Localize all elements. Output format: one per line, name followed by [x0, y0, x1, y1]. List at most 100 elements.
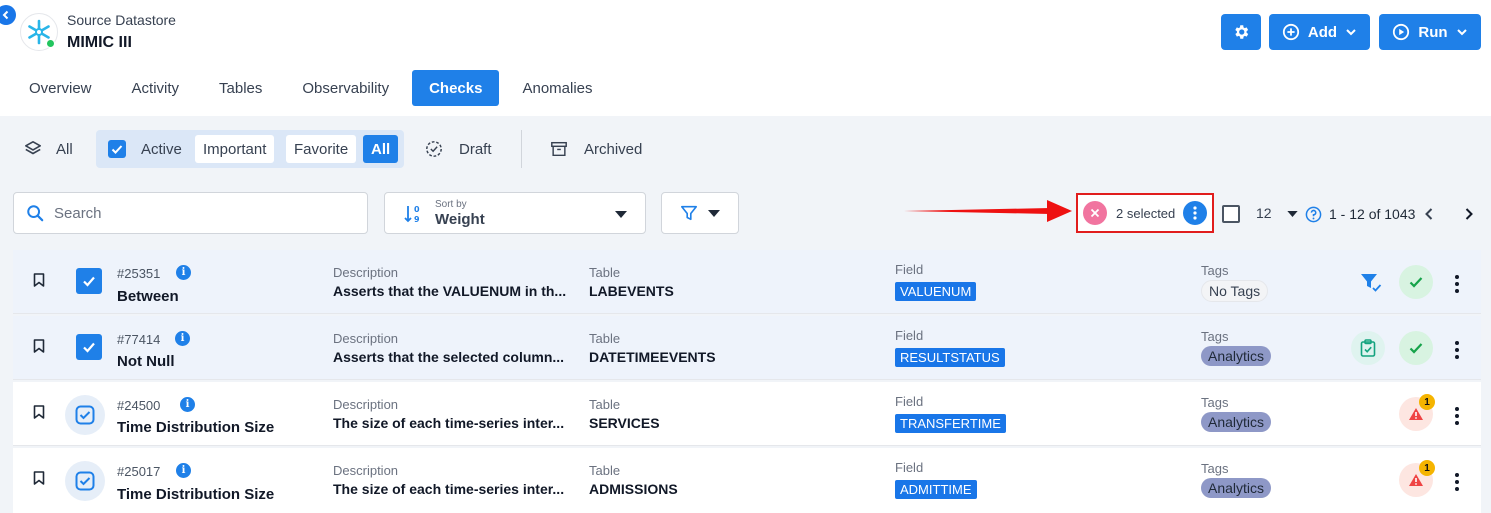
- annotation-arrow: [904, 200, 1072, 222]
- warning-icon: [1409, 408, 1423, 420]
- status-ok-button[interactable]: [1399, 265, 1433, 299]
- bookmark-icon[interactable]: [33, 405, 45, 419]
- status-ok-button[interactable]: [1399, 331, 1433, 365]
- next-page-icon[interactable]: [1464, 207, 1474, 221]
- filter-archived-label: Archived: [584, 140, 643, 158]
- anomaly-count-badge: 1: [1419, 460, 1435, 476]
- tab-checks[interactable]: Checks: [412, 70, 500, 106]
- check-type-badge: [65, 395, 105, 435]
- run-button[interactable]: Run: [1379, 14, 1481, 50]
- row-menu-button[interactable]: [1455, 407, 1459, 425]
- filter-check-icon[interactable]: [1360, 273, 1382, 293]
- check-type-badge: [65, 461, 105, 501]
- row-menu-button[interactable]: [1455, 275, 1459, 293]
- info-icon[interactable]: i: [175, 331, 190, 346]
- chevron-left-icon: [2, 10, 9, 20]
- chevron-down-icon: [1456, 29, 1467, 36]
- tab-observability[interactable]: Observability: [285, 70, 406, 106]
- clear-selection-button[interactable]: [1083, 201, 1107, 225]
- tab-tables[interactable]: Tables: [202, 70, 279, 106]
- check-icon: [83, 342, 95, 353]
- clipboard-check-button[interactable]: [1351, 331, 1385, 365]
- tag-badge: No Tags: [1201, 280, 1269, 302]
- field-label: Field: [895, 328, 924, 343]
- datastore-name: MIMIC III: [67, 34, 132, 51]
- filter-draft-label: Draft: [459, 140, 492, 158]
- search-icon: [27, 205, 44, 222]
- filter-important[interactable]: Important: [195, 135, 275, 163]
- search-input[interactable]: [54, 204, 344, 222]
- check-square-icon: [75, 471, 95, 491]
- info-icon[interactable]: i: [176, 463, 191, 478]
- check-description: The size of each time-series inter...: [333, 481, 565, 497]
- tab-activity[interactable]: Activity: [115, 70, 197, 106]
- sort-value: Weight: [435, 211, 485, 228]
- description-label: Description: [333, 331, 399, 346]
- filter-button[interactable]: [661, 192, 739, 234]
- check-icon: [1409, 343, 1423, 354]
- kebab-icon: [1193, 206, 1197, 220]
- sort-dropdown[interactable]: 0 9 Sort by Weight: [384, 192, 646, 234]
- help-icon[interactable]: [1305, 206, 1322, 223]
- table-label: Table: [589, 265, 621, 280]
- tab-anomalies[interactable]: Anomalies: [505, 70, 609, 106]
- filter-archived[interactable]: Archived: [550, 130, 642, 168]
- check-id: #77414: [117, 332, 161, 347]
- check-name: Time Distribution Size: [117, 486, 275, 503]
- tab-overview[interactable]: Overview: [12, 70, 109, 106]
- bookmark-icon[interactable]: [33, 339, 45, 353]
- run-button-label: Run: [1418, 23, 1448, 41]
- play-circle-icon: [1393, 23, 1410, 41]
- table-label: Table: [589, 463, 621, 478]
- filter-active[interactable]: Active: [108, 130, 182, 168]
- row-menu-button[interactable]: [1455, 473, 1459, 491]
- row-checkbox[interactable]: [76, 268, 102, 294]
- check-row[interactable]: #24500 i Time Distribution Size Descript…: [13, 382, 1481, 446]
- settings-button[interactable]: [1221, 14, 1261, 50]
- check-table: LABEVENTS: [589, 283, 674, 299]
- chevron-down-icon: [1346, 29, 1356, 36]
- svg-text:0: 0: [414, 205, 420, 214]
- check-square-icon: [75, 405, 95, 425]
- filter-favorite[interactable]: Favorite: [286, 135, 357, 163]
- check-row[interactable]: #25351 i Between Description Asserts tha…: [13, 250, 1481, 314]
- archive-icon: [551, 141, 567, 157]
- bookmark-icon[interactable]: [33, 273, 45, 287]
- check-row[interactable]: #25017 i Time Distribution Size Descript…: [13, 448, 1481, 513]
- add-button-label: Add: [1307, 23, 1338, 41]
- check-table: SERVICES: [589, 415, 660, 431]
- description-label: Description: [333, 265, 399, 280]
- check-row[interactable]: #77414 i Not Null Description Asserts th…: [13, 316, 1481, 380]
- check-description: Asserts that the selected column...: [333, 349, 565, 365]
- select-all-checkbox[interactable]: [1222, 205, 1240, 223]
- svg-text:9: 9: [414, 215, 420, 224]
- row-checkbox[interactable]: [76, 334, 102, 360]
- tag-badge: Analytics: [1201, 412, 1272, 432]
- sort-icon: 0 9: [404, 205, 420, 224]
- check-id: #25351: [117, 266, 161, 281]
- prev-page-icon[interactable]: [1424, 207, 1434, 221]
- anomaly-count-badge: 1: [1419, 394, 1435, 410]
- description-label: Description: [333, 463, 399, 478]
- back-button[interactable]: [0, 5, 16, 25]
- gear-icon: [1235, 25, 1249, 39]
- row-menu-button[interactable]: [1455, 341, 1459, 359]
- page-size-select[interactable]: 12: [1256, 205, 1299, 221]
- bulk-actions-button[interactable]: [1183, 201, 1208, 225]
- check-name: Not Null: [117, 353, 175, 370]
- sort-label: Sort by: [435, 199, 467, 210]
- pagination-range: 1 - 12 of 1043: [1329, 206, 1416, 222]
- checkbox-checked-icon: [108, 140, 126, 158]
- tags-label: Tags: [1201, 263, 1229, 278]
- field-label: Field: [895, 262, 924, 277]
- filter-draft[interactable]: Draft: [425, 130, 492, 168]
- bookmark-icon[interactable]: [33, 471, 45, 485]
- info-icon[interactable]: i: [176, 265, 191, 280]
- check-icon: [1409, 277, 1423, 288]
- table-label: Table: [589, 397, 621, 412]
- filter-all[interactable]: All: [24, 130, 73, 168]
- add-button[interactable]: Add: [1269, 14, 1370, 50]
- plus-circle-icon: [1282, 23, 1300, 41]
- info-icon[interactable]: i: [180, 397, 195, 412]
- filter-active-all[interactable]: All: [363, 135, 399, 163]
